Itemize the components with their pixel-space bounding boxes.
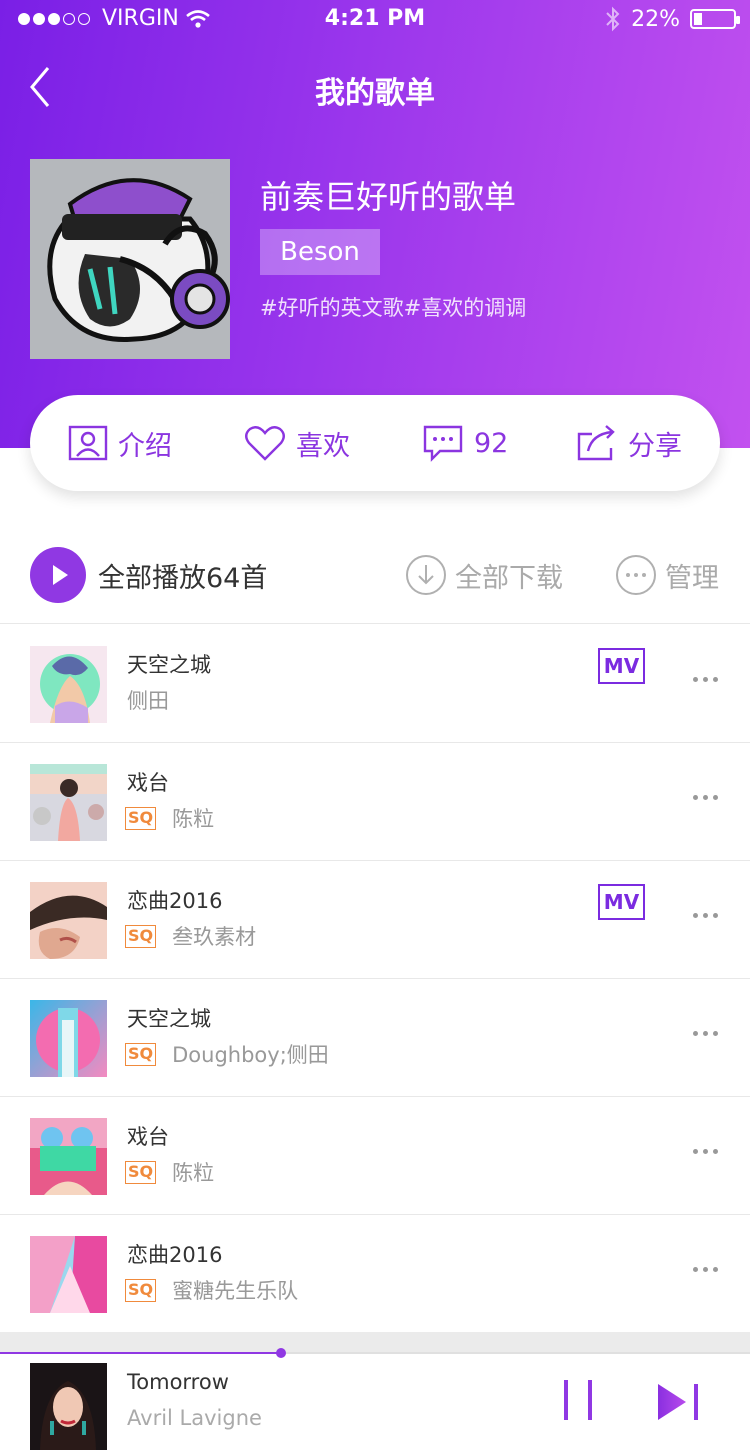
playlist-toolbar: 全部播放64首 全部下载 管理 (0, 528, 750, 624)
song-artist: 蜜糖先生乐队 (172, 1279, 299, 1303)
share-icon (577, 425, 615, 461)
sq-badge: SQ (125, 1160, 157, 1184)
song-row[interactable]: 恋曲2016 SQ 蜜糖先生乐队 (0, 1215, 750, 1333)
person-icon (68, 425, 108, 461)
playlist-tags: #好听的英文歌#喜欢的调调 (260, 296, 527, 320)
status-bar: VIRGIN 4:21 PM 22% (0, 0, 750, 40)
divider (0, 1332, 750, 1352)
battery-percent: 22% (631, 6, 680, 32)
page-title: 我的歌单 (315, 76, 435, 111)
play-all-button[interactable]: 全部播放64首 (30, 547, 267, 603)
battery-icon (690, 9, 740, 29)
now-playing-cover[interactable] (30, 1363, 107, 1450)
song-thumbnail (30, 1000, 107, 1077)
playlist-title: 前奏巨好听的歌单 (260, 178, 517, 216)
mv-badge[interactable]: MV (598, 884, 645, 920)
sq-badge: SQ (125, 924, 157, 948)
more-icon[interactable] (693, 913, 718, 918)
song-row[interactable]: 戏台 SQ 陈粒 (0, 743, 750, 861)
play-all-label: 全部播放64首 (98, 562, 268, 594)
more-icon[interactable] (693, 677, 718, 682)
song-title: 戏台 (127, 1125, 169, 1149)
song-artist: Doughboy;侧田 (172, 1043, 329, 1067)
song-row[interactable]: 天空之城 侧田 MV (0, 625, 750, 743)
sq-badge: SQ (125, 806, 157, 830)
song-thumbnail (30, 1236, 107, 1313)
now-playing-title: Tomorrow (127, 1370, 229, 1394)
song-title: 天空之城 (127, 1007, 211, 1031)
song-thumbnail (30, 764, 107, 841)
intro-button[interactable]: 介绍 (68, 395, 172, 491)
progress-fill (0, 1352, 282, 1354)
download-all-label: 全部下载 (455, 562, 563, 594)
comment-count: 92 (474, 427, 509, 459)
heart-icon (245, 426, 285, 461)
song-artist: 侧田 (127, 689, 169, 713)
song-title: 戏台 (127, 771, 169, 795)
mini-player[interactable]: Tomorrow Avril Lavigne (0, 1348, 750, 1450)
song-title: 恋曲2016 (127, 1243, 223, 1267)
creator-tag[interactable]: Beson (260, 229, 380, 275)
share-button[interactable]: 分享 (576, 395, 682, 491)
intro-label: 介绍 (118, 430, 172, 462)
share-label: 分享 (628, 430, 682, 462)
action-bar: 介绍 喜欢 92 分享 (30, 395, 720, 491)
song-row[interactable]: 天空之城 SQ Doughboy;侧田 (0, 979, 750, 1097)
manage-button[interactable]: 管理 (615, 554, 719, 596)
download-icon (406, 555, 446, 595)
play-icon (30, 547, 86, 603)
song-thumbnail (30, 882, 107, 959)
comments-button[interactable]: 92 (422, 395, 508, 491)
download-all-button[interactable]: 全部下载 (405, 554, 563, 596)
playlist-cover[interactable] (30, 159, 230, 359)
manage-label: 管理 (665, 562, 719, 594)
song-title: 恋曲2016 (127, 889, 223, 913)
more-icon[interactable] (693, 1267, 718, 1272)
song-row[interactable]: 戏台 SQ 陈粒 (0, 1097, 750, 1215)
song-artist: 叁玖素材 (172, 925, 257, 949)
next-track-icon[interactable] (656, 1380, 702, 1424)
mv-badge[interactable]: MV (598, 648, 645, 684)
song-thumbnail (30, 646, 107, 723)
song-title: 天空之城 (127, 653, 211, 677)
more-icon[interactable] (693, 795, 718, 800)
song-artist: 陈粒 (172, 807, 215, 831)
like-button[interactable]: 喜欢 (244, 395, 350, 491)
more-icon[interactable] (693, 1031, 718, 1036)
more-circle-icon (616, 555, 656, 595)
bluetooth-icon (606, 6, 620, 32)
like-label: 喜欢 (296, 430, 350, 462)
song-thumbnail (30, 1118, 107, 1195)
sq-badge: SQ (125, 1042, 157, 1066)
sq-badge: SQ (125, 1278, 157, 1302)
progress-handle[interactable] (276, 1348, 287, 1358)
pause-icon[interactable] (560, 1380, 600, 1424)
comment-icon (423, 425, 463, 462)
now-playing-artist: Avril Lavigne (127, 1406, 262, 1430)
song-artist: 陈粒 (172, 1161, 215, 1185)
more-icon[interactable] (693, 1149, 718, 1154)
song-row[interactable]: 恋曲2016 SQ 叁玖素材 MV (0, 861, 750, 979)
gorilla-headphones-art (30, 159, 230, 359)
